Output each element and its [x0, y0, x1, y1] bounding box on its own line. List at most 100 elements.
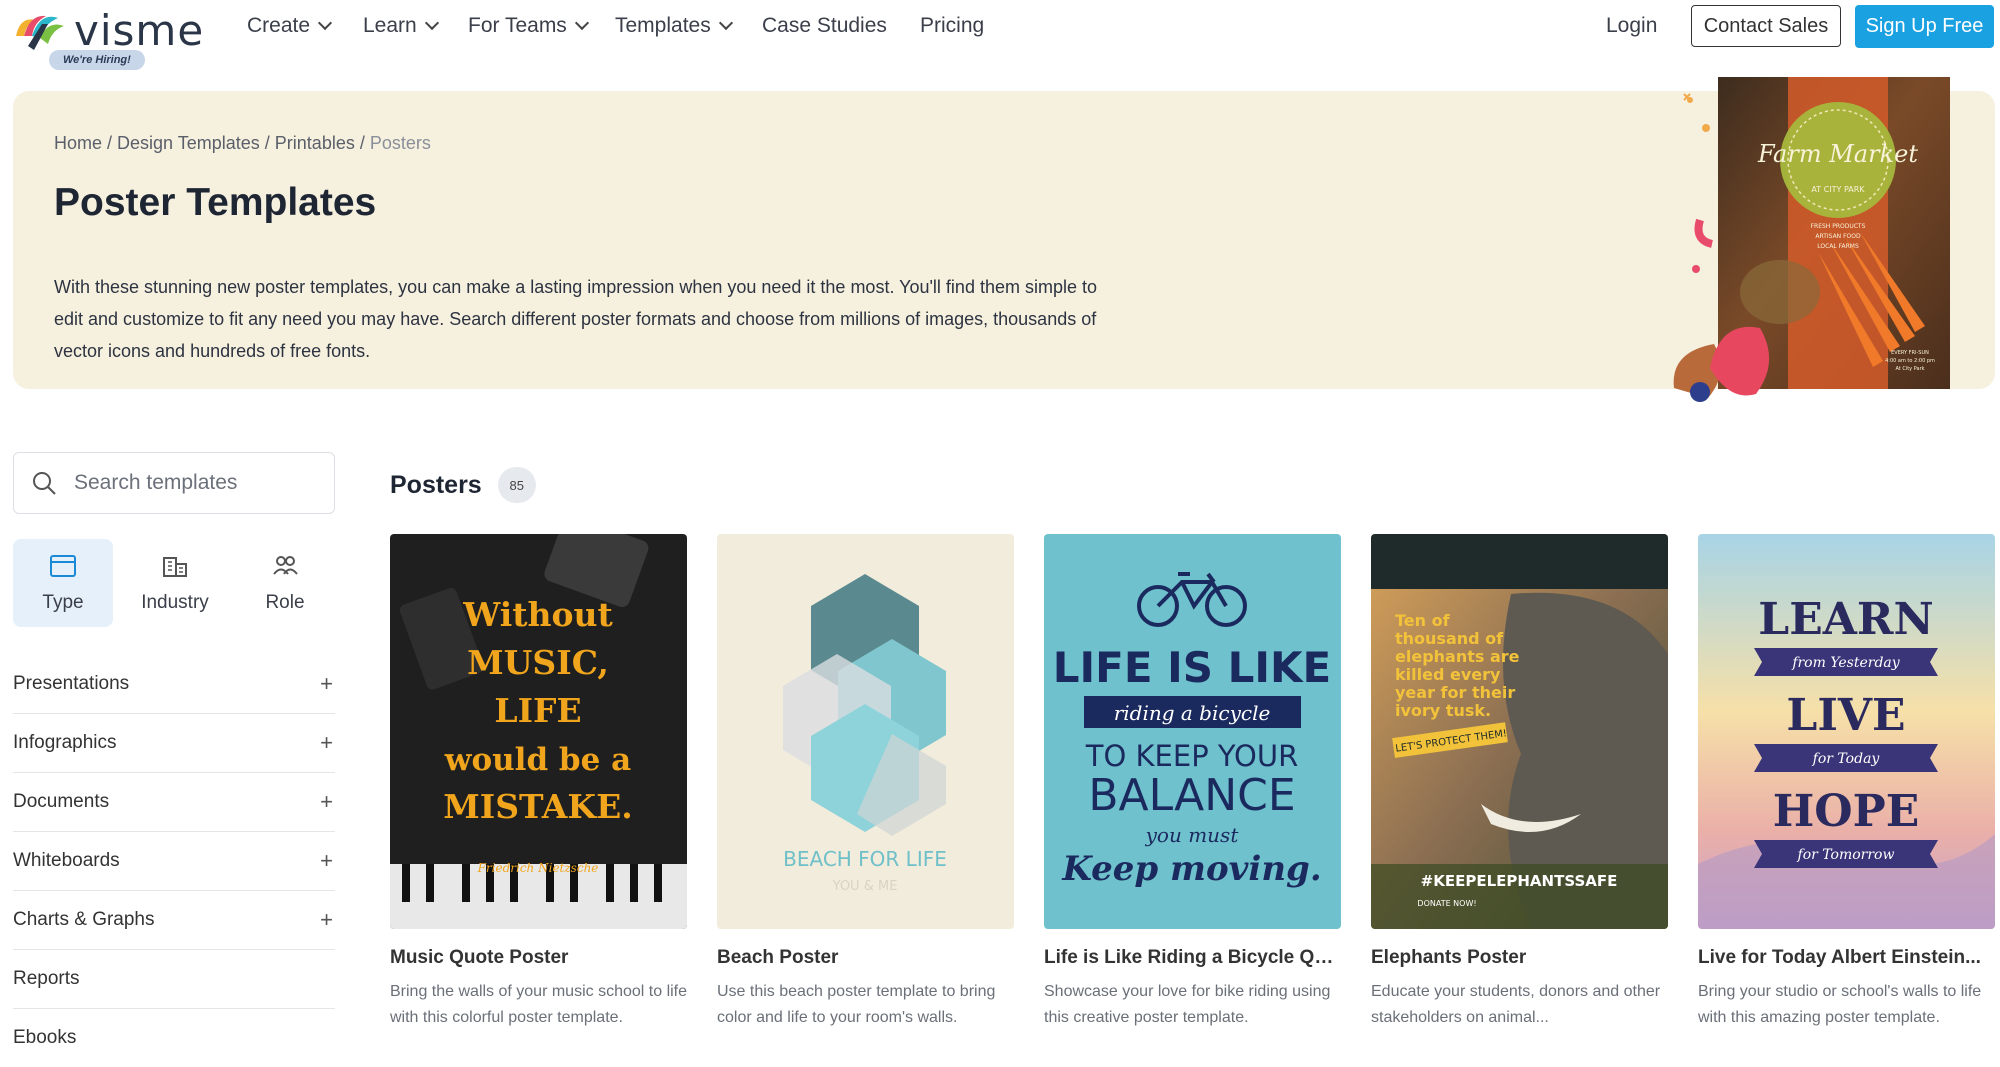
poster-text: for Today [1812, 751, 1881, 767]
login-link[interactable]: Login [1606, 14, 1657, 38]
poster-hashtag: #KEEPELEPHANTSSAFE [1421, 872, 1618, 890]
poster-text: MISTAKE. [443, 787, 632, 826]
poster-text: for Tomorrow [1797, 847, 1895, 863]
category-item-presentations[interactable]: Presentations + [13, 655, 335, 714]
category-item-documents[interactable]: Documents + [13, 773, 335, 832]
category-item-reports[interactable]: Reports [13, 950, 335, 1009]
elephants-poster: Ten of thousand of elephants are killed … [1371, 534, 1668, 929]
breadcrumb-printables[interactable]: Printables [275, 133, 355, 153]
poster-donate: DONATE NOW! [1417, 899, 1476, 908]
contact-sales-button[interactable]: Contact Sales [1691, 5, 1841, 47]
category-item-whiteboards[interactable]: Whiteboards + [13, 832, 335, 891]
nav-item-case-studies[interactable]: Case Studies [762, 14, 887, 38]
farm-footer: At City Park [1895, 366, 1924, 372]
nav-item-learn[interactable]: Learn [363, 14, 439, 38]
category-label: Reports [13, 968, 80, 989]
music-poster: Without MUSIC, LIFE would be a MISTAKE. … [390, 534, 687, 929]
plus-icon[interactable]: + [320, 730, 333, 756]
hero-poster-illustration: Farm Market AT CITY PARK FRESH PRODUCTS … [1673, 77, 1950, 402]
card-title[interactable]: Live for Today Albert Einstein... [1698, 947, 1995, 969]
template-thumbnail[interactable]: LIFE IS LIKE riding a bicycle TO KEEP YO… [1044, 534, 1341, 929]
farm-line: LOCAL FARMS [1817, 243, 1859, 250]
template-card-live-for-today[interactable]: LEARN LIVE HOPE from Yesterday for Today… [1698, 534, 1995, 1031]
filter-tab-label: Type [42, 592, 84, 613]
chevron-down-icon [317, 15, 333, 31]
nav-item-create[interactable]: Create [247, 14, 333, 38]
sign-up-button[interactable]: Sign Up Free [1855, 5, 1994, 48]
category-item-charts-graphs[interactable]: Charts & Graphs + [13, 891, 335, 950]
chevron-down-icon [424, 15, 439, 31]
nav-item-label: Pricing [920, 14, 985, 37]
category-label: Documents [13, 791, 110, 812]
template-thumbnail[interactable]: LEARN LIVE HOPE from Yesterday for Today… [1698, 534, 1995, 929]
card-title[interactable]: Elephants Poster [1371, 947, 1668, 969]
card-title[interactable]: Beach Poster [717, 947, 1014, 969]
nav-item-pricing[interactable]: Pricing [920, 14, 984, 38]
poster-text: thousand of [1395, 629, 1504, 648]
category-label: Charts & Graphs [13, 909, 155, 930]
breadcrumb: Home / Design Templates / Printables / P… [54, 133, 431, 153]
card-description: Educate your students, donors and other … [1371, 983, 1661, 1026]
search-icon [33, 472, 56, 495]
nav-item-for-teams[interactable]: For Teams [468, 14, 589, 38]
card-description: Bring the walls of your music school to … [390, 983, 687, 1026]
buildings-icon [163, 557, 187, 577]
beach-poster: BEACH FOR LIFE YOU & ME [717, 534, 1014, 929]
poster-text: LEARN [1758, 594, 1933, 645]
poster-text: Keep moving. [1061, 849, 1321, 889]
category-label: Ebooks [13, 1027, 77, 1048]
template-thumbnail[interactable]: Without MUSIC, LIFE would be a MISTAKE. … [390, 534, 687, 929]
plus-icon[interactable]: + [320, 907, 333, 933]
visme-logo[interactable]: visme We're Hiring! [12, 6, 212, 74]
section-title: Posters [390, 470, 482, 499]
category-item-infographics[interactable]: Infographics + [13, 714, 335, 773]
template-card-beach[interactable]: BEACH FOR LIFE YOU & ME Beach Poster Use… [717, 534, 1014, 1031]
plus-icon[interactable]: + [320, 671, 333, 697]
category-item-ebooks[interactable]: Ebooks [13, 1009, 335, 1067]
filter-tab-type[interactable]: Type [13, 539, 113, 627]
filter-tab-label: Industry [141, 592, 209, 613]
top-navbar: visme We're Hiring! Create Learn For Tea… [0, 0, 2000, 70]
breadcrumb-design-templates[interactable]: Design Templates [117, 133, 260, 153]
poster-text: elephants are [1395, 647, 1520, 666]
poster-text: riding a bicycle [1114, 701, 1271, 725]
template-card-bicycle[interactable]: LIFE IS LIKE riding a bicycle TO KEEP YO… [1044, 534, 1341, 1031]
poster-text: year for their [1395, 683, 1515, 702]
card-title[interactable]: Music Quote Poster [390, 947, 687, 969]
template-card-music[interactable]: Without MUSIC, LIFE would be a MISTAKE. … [390, 534, 687, 1031]
poster-text: from Yesterday [1791, 655, 1900, 671]
card-description: Bring your studio or school's walls to l… [1698, 983, 1982, 1026]
category-list: Presentations + Infographics + Documents… [13, 655, 335, 1067]
template-thumbnail[interactable]: Ten of thousand of elephants are killed … [1371, 534, 1668, 929]
plus-icon[interactable]: + [320, 848, 333, 874]
category-label: Infographics [13, 732, 117, 753]
card-title[interactable]: Life is Like Riding a Bicycle Quo... [1044, 947, 1341, 969]
filter-tab-industry[interactable]: Industry [125, 539, 225, 627]
poster-text: HOPE [1773, 786, 1920, 837]
farm-footer: EVERY FRI-SUN [1891, 350, 1929, 356]
poster-text: you must [1145, 823, 1240, 847]
nav-item-label: Case Studies [762, 14, 887, 37]
logo-wordmark: visme [74, 6, 205, 55]
breadcrumb-home[interactable]: Home [54, 133, 102, 153]
nav-item-label: Templates [615, 14, 711, 37]
plus-icon[interactable]: + [320, 789, 333, 815]
filter-tab-role[interactable]: Role [235, 539, 335, 627]
template-card-elephants[interactable]: Ten of thousand of elephants are killed … [1371, 534, 1668, 1031]
poster-text: Ten of [1395, 611, 1451, 630]
search-box [13, 452, 335, 514]
poster-text: ivory tusk. [1395, 701, 1491, 720]
bicycle-poster: LIFE IS LIKE riding a bicycle TO KEEP YO… [1044, 534, 1341, 929]
farm-subline: AT CITY PARK [1811, 185, 1865, 194]
category-label: Whiteboards [13, 850, 120, 871]
people-icon [273, 556, 298, 575]
search-input[interactable] [72, 467, 326, 499]
breadcrumb-current: Posters [369, 133, 431, 153]
hiring-badge[interactable]: We're Hiring! [49, 50, 145, 70]
poster-text: BEACH FOR LIFE [783, 847, 947, 871]
poster-text: LIFE [494, 691, 581, 730]
nav-item-templates[interactable]: Templates [615, 14, 733, 38]
template-thumbnail[interactable]: BEACH FOR LIFE YOU & ME [717, 534, 1014, 929]
poster-text: Without [462, 595, 613, 634]
poster-text: LIVE [1786, 690, 1905, 741]
